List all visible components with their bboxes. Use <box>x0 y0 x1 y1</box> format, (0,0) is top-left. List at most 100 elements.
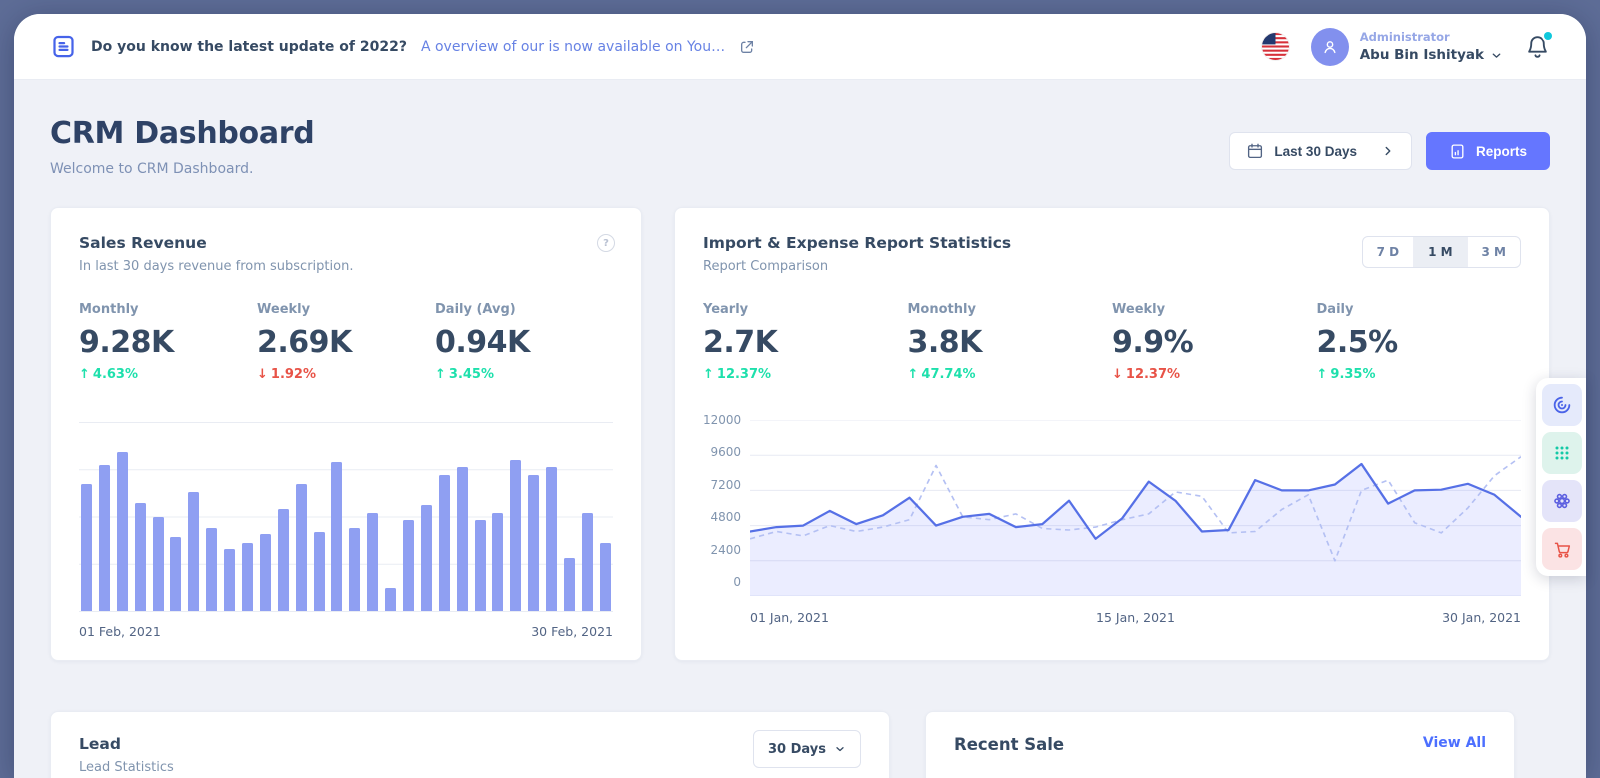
date-range-button[interactable]: Last 30 Days <box>1229 132 1412 170</box>
trend-arrow-icon: ↑ <box>1317 367 1328 382</box>
reports-button[interactable]: Reports <box>1426 132 1550 170</box>
trend-arrow-icon: ↑ <box>435 367 446 382</box>
bar <box>170 537 181 611</box>
bar <box>224 549 235 611</box>
stat-monthly: Monthly 9.28K ↑ 4.63% <box>79 302 257 382</box>
lead-card: Lead Lead Statistics 30 Days <box>50 711 890 778</box>
import-expense-card: Import & Expense Report Statistics Repor… <box>674 207 1550 661</box>
y-axis-tick: 7200 <box>703 478 741 492</box>
recent-sale-card: Recent Sale View All <box>925 711 1515 778</box>
chevron-down-icon <box>834 743 846 755</box>
bar <box>296 484 307 611</box>
bar <box>600 543 611 611</box>
sales-revenue-title: Sales Revenue <box>79 234 613 252</box>
y-axis-tick: 2400 <box>703 543 741 557</box>
stat-daily-pct: Daily 2.5% ↑ 9.35% <box>1317 302 1522 382</box>
header-actions: Last 30 Days Reports <box>1229 132 1550 170</box>
dashboard-content: CRM Dashboard Welcome to CRM Dashboard. … <box>14 80 1586 778</box>
floating-toolbar <box>1536 378 1586 576</box>
sales-bar-chart-bars <box>79 422 613 611</box>
bar <box>99 465 110 611</box>
brand-logo-icon <box>1551 394 1573 416</box>
top-cards-row: Sales Revenue In last 30 days revenue fr… <box>50 207 1550 661</box>
stat-monothly: Monothly 3.8K ↑ 47.74% <box>908 302 1113 382</box>
notification-dot <box>1544 32 1552 40</box>
y-axis-tick: 12000 <box>703 413 741 427</box>
bar <box>314 532 325 611</box>
date-range-label: Last 30 Days <box>1274 144 1357 159</box>
chevron-down-icon <box>1490 49 1503 62</box>
apps-grid-button[interactable] <box>1542 432 1582 474</box>
bar <box>546 467 557 611</box>
shop-button[interactable] <box>1542 528 1582 570</box>
sales-revenue-stats: Monthly 9.28K ↑ 4.63% Weekly 2.69K ↓ 1.9… <box>79 302 613 382</box>
page-header: CRM Dashboard Welcome to CRM Dashboard. … <box>50 116 1550 177</box>
bar <box>528 475 539 611</box>
line-chart-x-axis: 01 Jan, 2021 15 Jan, 2021 30 Jan, 2021 <box>750 610 1521 625</box>
bar <box>81 484 92 611</box>
top-bar-actions: Administrator Abu Bin Ishityak <box>1262 28 1550 66</box>
user-icon <box>1320 37 1340 57</box>
bar <box>349 528 360 611</box>
lead-title: Lead <box>79 735 174 753</box>
bar <box>135 503 146 611</box>
stat-change: ↑ 12.37% <box>703 367 908 382</box>
import-expense-header: Import & Expense Report Statistics Repor… <box>703 234 1521 274</box>
bar <box>403 520 414 611</box>
page-subtitle: Welcome to CRM Dashboard. <box>50 161 314 177</box>
bar <box>421 505 432 611</box>
banner-link[interactable]: A overview of our is now available on Yo… <box>421 39 725 55</box>
bar <box>153 517 164 612</box>
stat-change: ↑ 9.35% <box>1317 367 1522 382</box>
bar <box>582 513 593 611</box>
x-axis-label-end: 30 Feb, 2021 <box>531 624 613 639</box>
stat-daily-avg: Daily (Avg) 0.94K ↑ 3.45% <box>435 302 613 382</box>
range-toggle-group: 7 D 1 M 3 M <box>1362 236 1521 268</box>
settings-button[interactable] <box>1542 480 1582 522</box>
brand-logo-button[interactable] <box>1542 384 1582 426</box>
sales-revenue-card: Sales Revenue In last 30 days revenue fr… <box>50 207 642 661</box>
stat-change: ↓ 1.92% <box>257 367 435 382</box>
avatar <box>1311 28 1349 66</box>
range-button-3m[interactable]: 3 M <box>1467 237 1520 267</box>
y-axis-tick: 9600 <box>703 445 741 459</box>
x-axis-label-start: 01 Jan, 2021 <box>750 610 829 625</box>
bar <box>260 534 271 611</box>
stat-weekly-pct: Weekly 9.9% ↓ 12.37% <box>1112 302 1317 382</box>
trend-arrow-icon: ↓ <box>257 367 268 382</box>
range-button-7d[interactable]: 7 D <box>1363 237 1414 267</box>
x-axis-label-start: 01 Feb, 2021 <box>79 624 161 639</box>
language-flag-us[interactable] <box>1262 33 1289 60</box>
lead-period-dropdown[interactable]: 30 Days <box>753 730 861 768</box>
bar <box>278 509 289 611</box>
notification-bell[interactable] <box>1525 34 1550 59</box>
bar <box>457 467 468 611</box>
user-info: Administrator Abu Bin Ishityak <box>1360 30 1503 63</box>
trend-arrow-icon: ↑ <box>908 367 919 382</box>
sales-revenue-subtitle: In last 30 days revenue from subscriptio… <box>79 259 613 274</box>
banner-headline: Do you know the latest update of 2022? <box>91 39 407 55</box>
user-menu[interactable]: Administrator Abu Bin Ishityak <box>1311 28 1503 66</box>
user-name: Abu Bin Ishityak <box>1360 47 1484 63</box>
bar <box>439 475 450 611</box>
bar <box>367 513 378 611</box>
comparison-line-chart: 1200096007200480024000 <box>703 420 1521 596</box>
apps-grid-icon <box>1552 443 1572 463</box>
stat-change: ↑ 47.74% <box>908 367 1113 382</box>
view-all-link[interactable]: View All <box>1423 735 1486 751</box>
announcement-banner: Do you know the latest update of 2022? A… <box>50 33 755 60</box>
y-axis-tick: 0 <box>703 575 741 589</box>
lead-subtitle: Lead Statistics <box>79 760 174 775</box>
bar <box>117 452 128 611</box>
stat-change: ↑ 3.45% <box>435 367 613 382</box>
trend-arrow-icon: ↓ <box>1112 367 1123 382</box>
page-title: CRM Dashboard <box>50 116 314 151</box>
help-icon[interactable]: ? <box>597 234 615 252</box>
stat-change: ↑ 4.63% <box>79 367 257 382</box>
bottom-cards-row: Lead Lead Statistics 30 Days Recent Sale… <box>50 711 1550 778</box>
external-link-icon[interactable] <box>739 39 755 55</box>
bar <box>475 520 486 611</box>
range-button-1m[interactable]: 1 M <box>1413 237 1466 267</box>
y-axis-tick: 4800 <box>703 510 741 524</box>
import-expense-title: Import & Expense Report Statistics <box>703 234 1011 252</box>
